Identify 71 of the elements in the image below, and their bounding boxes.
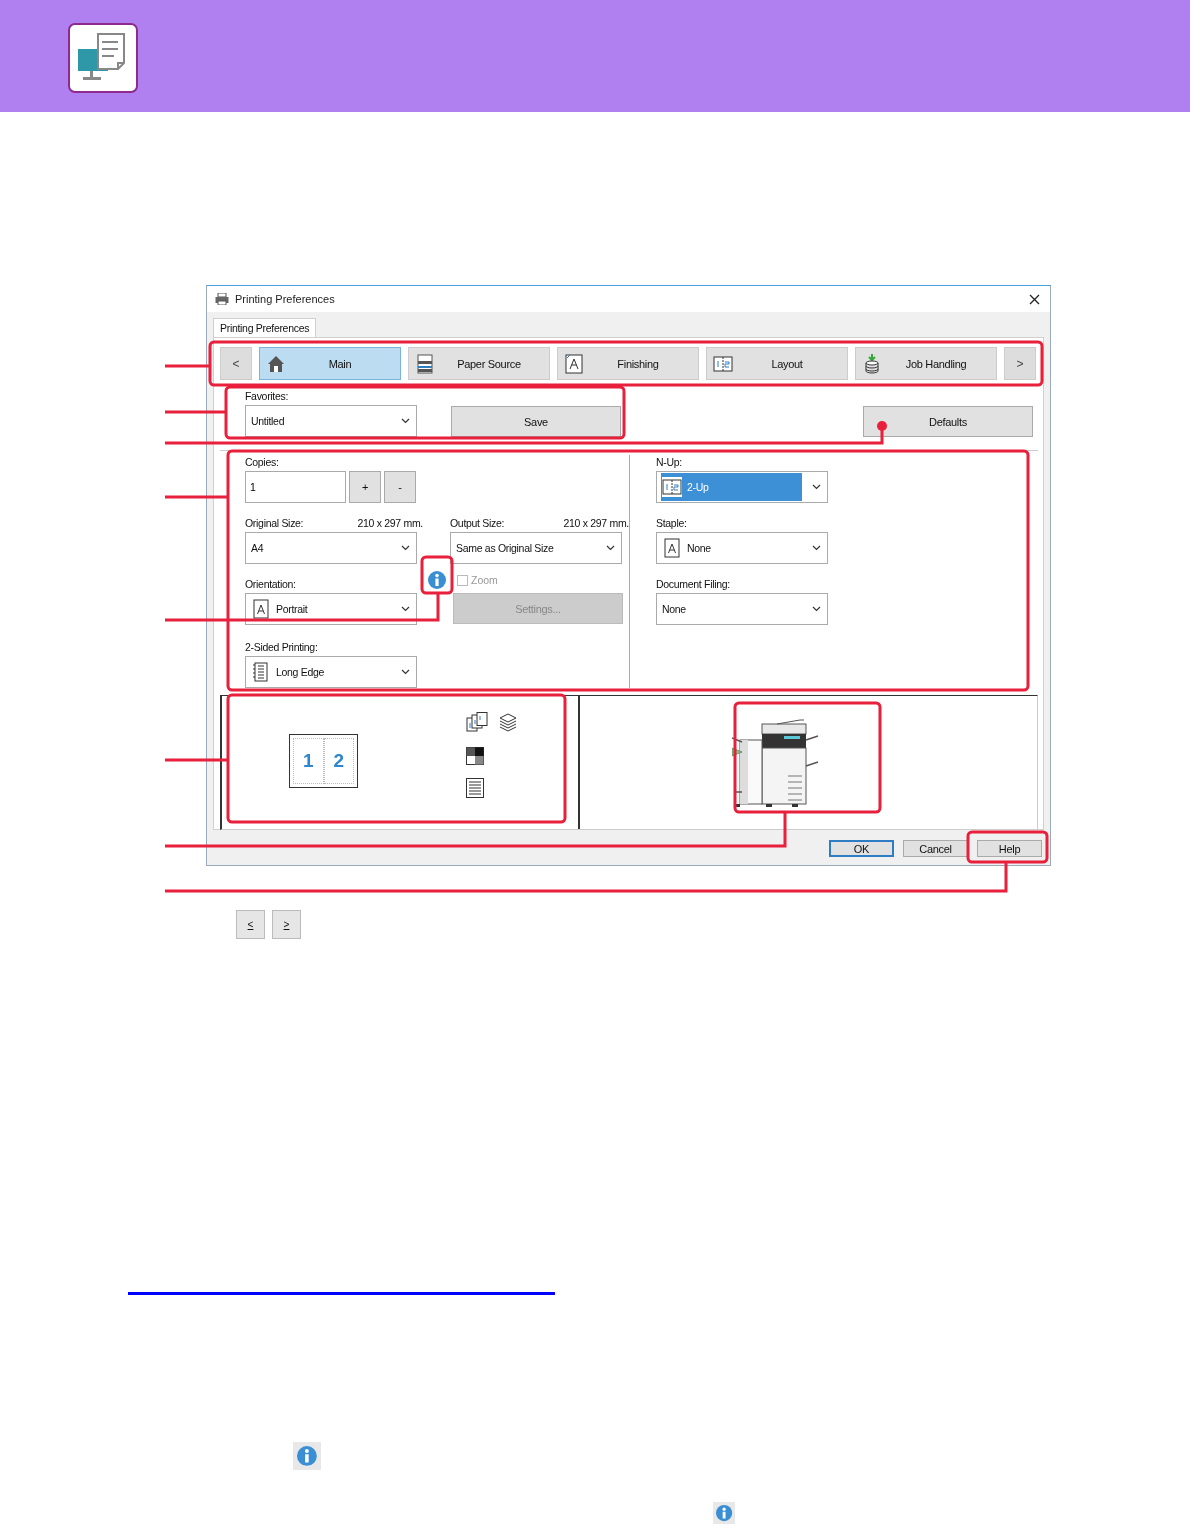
document-lines-icon — [466, 778, 484, 798]
two-page-icon — [713, 353, 733, 374]
caret-icon — [812, 484, 821, 490]
field-label: Copies: — [245, 456, 280, 468]
field-label: Staple: — [656, 517, 688, 529]
leader-line — [165, 410, 226, 414]
caret-icon — [401, 606, 410, 612]
leader-line — [165, 495, 228, 499]
save-button[interactable]: Save — [451, 406, 621, 437]
original-size-dropdown[interactable]: A4 — [245, 532, 417, 564]
field-label: Original Size: — [245, 517, 304, 529]
two-sided-dropdown[interactable]: Long Edge — [245, 656, 417, 688]
tab[interactable]: Job Handling — [855, 347, 997, 380]
caret-icon — [812, 606, 821, 612]
dimensions-text: 210 x 297 mm. — [563, 517, 629, 529]
dialog-button[interactable]: Cancel — [903, 840, 968, 857]
two-page-icon — [662, 477, 682, 497]
leader-line — [165, 758, 228, 762]
caret-icon — [401, 418, 410, 424]
printer-tray-icon — [415, 353, 435, 374]
document-filing-dropdown[interactable]: None — [656, 593, 828, 625]
leader-line — [165, 364, 210, 368]
page-number: 1 — [293, 738, 324, 784]
field-label: Document Filing: — [656, 578, 731, 590]
info-icon — [293, 1442, 321, 1470]
next-page-button[interactable]: > — [272, 910, 301, 939]
stack-icon — [862, 353, 882, 374]
field-label: Favorites: — [245, 390, 290, 402]
print-to-monitor-icon — [68, 23, 138, 93]
field-label: Orientation: — [245, 578, 297, 590]
field-label: N-Up: — [656, 456, 683, 468]
field-label: 2-Sided Printing: — [245, 641, 319, 653]
increment-button[interactable]: + — [349, 471, 381, 503]
scroll-right-button[interactable]: > — [1004, 347, 1036, 380]
caret-icon — [606, 545, 615, 551]
paper-stack-icon — [498, 712, 518, 732]
tab[interactable]: Layout — [706, 347, 848, 380]
page-number: 2 — [323, 738, 354, 784]
window-title: Printing Preferences — [235, 293, 336, 305]
tab[interactable]: Paper Source — [408, 347, 550, 380]
info-icon[interactable] — [428, 571, 446, 589]
info-icon — [713, 1502, 735, 1524]
staple-dropdown[interactable]: None — [656, 532, 828, 564]
callout-dot — [877, 421, 887, 431]
checkbox-label: Zoom — [471, 574, 498, 586]
scroll-left-button[interactable]: < — [220, 347, 252, 380]
decrement-button[interactable]: - — [384, 471, 416, 503]
dialog-button[interactable]: OK — [829, 840, 894, 857]
favorites-dropdown[interactable]: Untitled — [245, 405, 417, 437]
copies-field[interactable]: 1 — [245, 471, 346, 503]
tab[interactable]: Main — [259, 347, 401, 380]
field-label: Output Size: — [450, 517, 505, 529]
booklet-icon — [251, 662, 271, 682]
house-icon — [266, 353, 286, 374]
portrait-page-icon — [251, 599, 271, 619]
output-size-dropdown[interactable]: Same as Original Size — [450, 532, 622, 564]
printer-icon — [215, 293, 229, 305]
close-icon[interactable] — [1029, 293, 1040, 305]
caret-icon — [812, 545, 821, 551]
page-letter-icon — [662, 538, 682, 558]
defaults-button[interactable]: Defaults — [863, 406, 1033, 437]
page-letter-icon — [564, 353, 584, 374]
previous-page-button[interactable]: < — [236, 910, 265, 939]
tab[interactable]: Printing Preferences — [213, 318, 317, 337]
caret-icon — [401, 669, 410, 675]
dimensions-text: 210 x 297 mm. — [357, 517, 423, 529]
color-mode-icon — [466, 747, 484, 765]
tab[interactable]: Finishing — [557, 347, 699, 380]
collate-icon — [466, 712, 488, 734]
dialog-button[interactable]: Help — [977, 840, 1042, 857]
caret-icon — [401, 545, 410, 551]
